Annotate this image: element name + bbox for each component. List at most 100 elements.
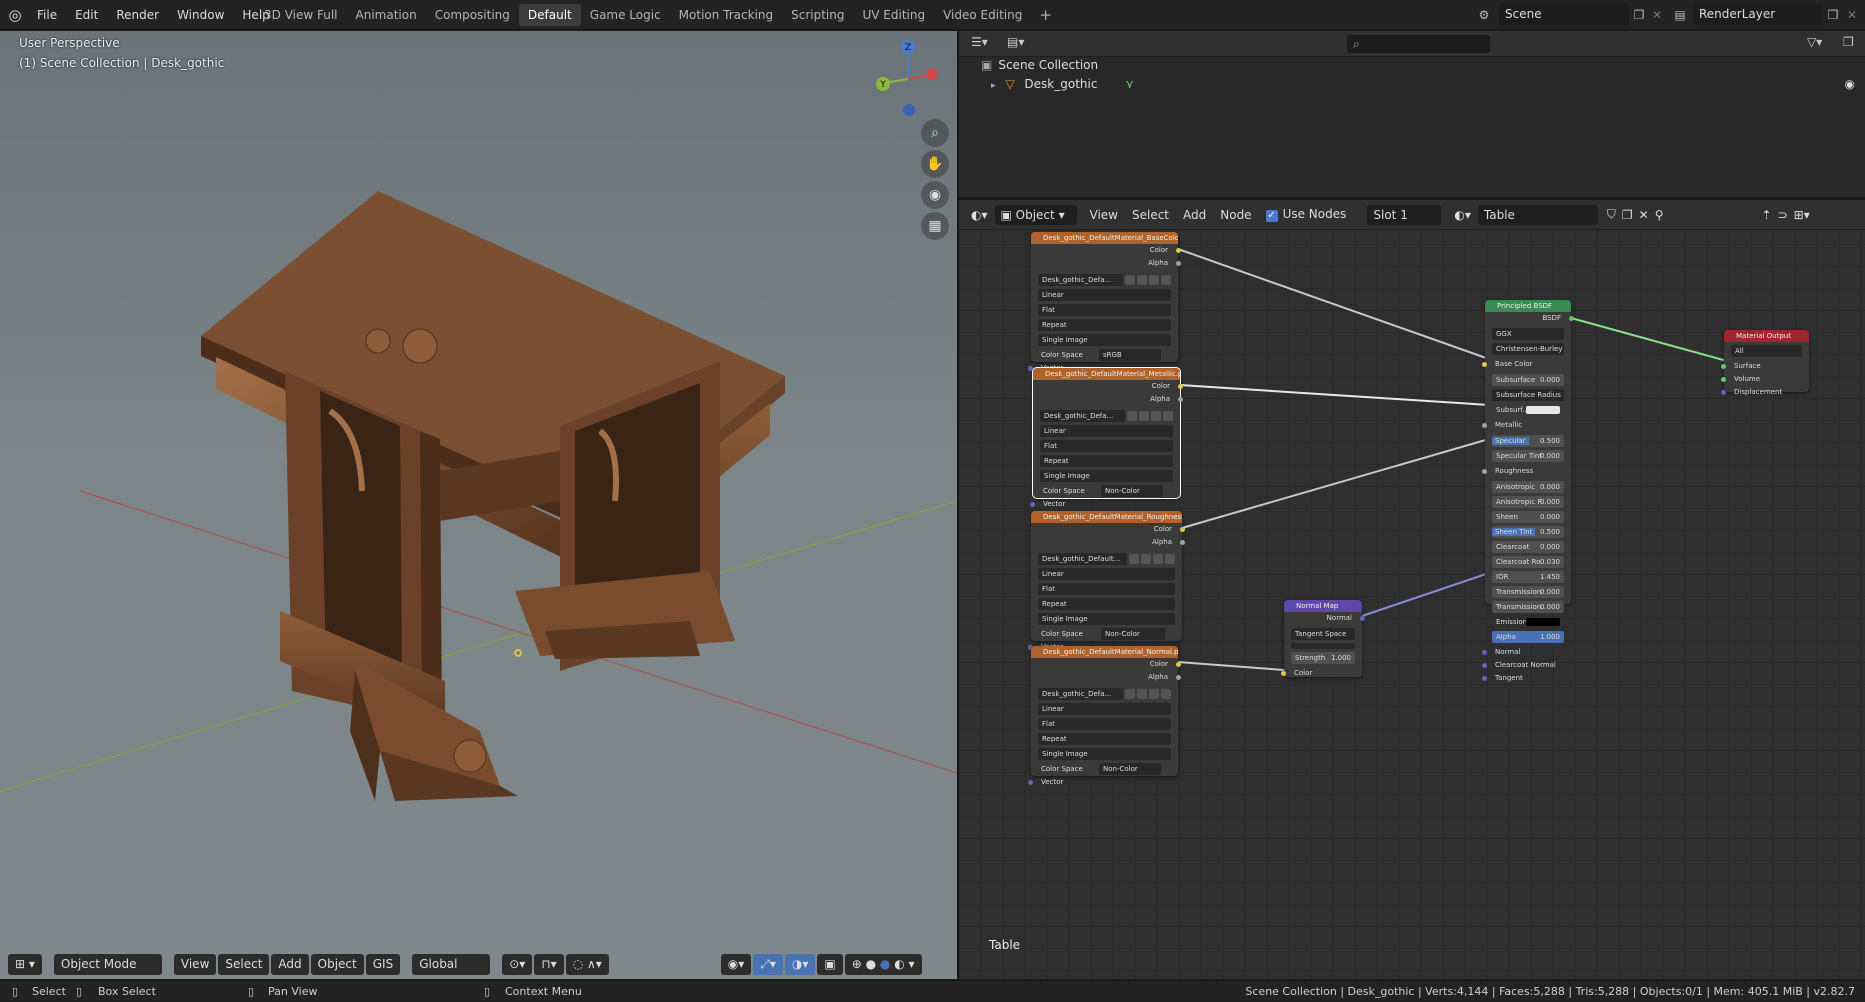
node-header[interactable]: Desk_gothic_DefaultMaterial_Metallic.png xyxy=(1033,368,1180,380)
tab-video-editing[interactable]: Video Editing xyxy=(934,4,1031,26)
subsurface-slider[interactable]: Subsurface 0.000 xyxy=(1492,374,1564,386)
specular-tint-slider[interactable]: Specular Tint 0.000 xyxy=(1492,450,1564,462)
editor-type-button[interactable]: ⊞ ▾ xyxy=(8,953,42,975)
source-select[interactable]: Single Image xyxy=(1038,334,1171,346)
node-normal-map[interactable]: Normal Map Normal Tangent Space Strength… xyxy=(1281,600,1365,680)
tab-animation[interactable]: Animation xyxy=(347,4,426,26)
sheen-slider[interactable]: Sheen 0.000 xyxy=(1492,511,1564,523)
node-header[interactable]: Normal Map xyxy=(1284,600,1362,612)
output-normal[interactable]: Normal xyxy=(1284,612,1365,625)
strength-slider[interactable]: Strength 1.000 xyxy=(1291,652,1355,664)
subsurface-method-select[interactable]: Christensen-Burley xyxy=(1492,343,1564,355)
gizmo-icon[interactable]: ⤢▾ xyxy=(753,953,783,975)
node-image-texture-roughness[interactable]: Desk_gothic_DefaultMaterial_Roughness.p.… xyxy=(1028,511,1185,651)
new-collection-icon[interactable]: ❐ xyxy=(1843,35,1854,49)
tab-scripting[interactable]: Scripting xyxy=(782,4,853,26)
pivot-icon[interactable]: ⊙▾ xyxy=(502,953,533,975)
node-header[interactable]: Desk_gothic_DefaultMaterial_Roughness.p.… xyxy=(1031,511,1182,523)
select-menu[interactable]: Select xyxy=(218,953,270,975)
interpolation-select[interactable]: Linear xyxy=(1038,289,1171,301)
subsurface-color[interactable]: Subsurf... xyxy=(1492,404,1564,416)
visibility-icon[interactable]: ◉▾ xyxy=(720,953,752,975)
add-menu[interactable]: Add xyxy=(1176,208,1213,222)
interpolation-select[interactable]: Linear xyxy=(1040,425,1173,437)
ior-field[interactable]: IOR 1.450 xyxy=(1492,571,1564,583)
pan-hand-icon[interactable]: ✋ xyxy=(921,150,949,178)
parent-node-tree-icon[interactable]: ⇡ xyxy=(1759,208,1775,222)
extension-select[interactable]: Repeat xyxy=(1038,598,1175,610)
input-color[interactable]: Color xyxy=(1281,667,1362,680)
outliner-type-icon[interactable]: ☰▾ xyxy=(971,35,988,49)
color-space-row[interactable]: Color Space Non-Color xyxy=(1031,628,1182,641)
node-header[interactable]: Principled BSDF xyxy=(1485,300,1571,312)
distribution-select[interactable]: GGX xyxy=(1492,328,1564,340)
source-select[interactable]: Single Image xyxy=(1040,470,1173,482)
output-color[interactable]: Color xyxy=(1031,244,1181,257)
close-layer-icon[interactable]: ✕ xyxy=(1842,5,1862,25)
overlay-icon[interactable]: ◑▾ xyxy=(784,953,816,975)
input-roughness[interactable]: Roughness xyxy=(1482,465,1571,478)
image-selector[interactable]: Desk_gothic_Defa... xyxy=(1038,273,1171,286)
mode-selector[interactable]: Object Mode xyxy=(53,953,162,975)
new-layer-icon[interactable]: ❐ xyxy=(1823,5,1843,25)
filter-icon[interactable]: ▽▾ xyxy=(1807,35,1822,49)
projection-select[interactable]: Flat xyxy=(1040,440,1173,452)
close-scene-icon[interactable]: ✕ xyxy=(1647,5,1667,25)
search-input[interactable]: ⌕ xyxy=(1347,35,1490,53)
snap-icon[interactable]: ⊓▾ xyxy=(534,953,564,975)
material-name-field[interactable]: Table xyxy=(1477,204,1598,225)
expand-icon[interactable]: ▸ xyxy=(991,81,996,91)
target-select[interactable]: All xyxy=(1731,345,1802,357)
proportional-icon[interactable]: ◌ ∧▾ xyxy=(565,953,609,975)
menu-render[interactable]: Render xyxy=(107,8,168,22)
outliner-item-desk-gothic[interactable]: ▸ ▽ Desk_gothic ⋎ ◉ xyxy=(991,74,1865,94)
eye-icon[interactable]: ◉ xyxy=(1845,74,1855,94)
transmission-slider[interactable]: Transmission 0.000 xyxy=(1492,586,1564,598)
output-bsdf[interactable]: BSDF xyxy=(1485,312,1574,325)
shader-node-editor[interactable]: ◐▾ ▣ Object ▾ View Select Add Node ✓ Use … xyxy=(959,200,1865,979)
blender-logo-icon[interactable]: ◎ xyxy=(6,6,24,24)
menu-file[interactable]: File xyxy=(28,8,66,22)
duplicate-material-icon[interactable]: ❐ xyxy=(1619,208,1636,222)
output-alpha[interactable]: Alpha xyxy=(1031,671,1181,684)
input-surface[interactable]: Surface xyxy=(1721,360,1809,373)
image-selector[interactable]: Desk_gothic_Defa... xyxy=(1040,409,1173,422)
new-scene-icon[interactable]: ❐ xyxy=(1629,5,1649,25)
output-alpha[interactable]: Alpha xyxy=(1031,257,1181,270)
color-space-row[interactable]: Color Space Non-Color xyxy=(1031,763,1178,776)
input-clearcoat-normal[interactable]: Clearcoat Normal xyxy=(1482,659,1571,672)
node-header[interactable]: Desk_gothic_DefaultMaterial_BaseColor.p.… xyxy=(1031,232,1178,244)
output-color[interactable]: Color xyxy=(1033,380,1183,393)
scene-selector[interactable]: Scene xyxy=(1499,3,1629,25)
select-menu[interactable]: Select xyxy=(1125,208,1176,222)
fake-user-icon[interactable]: ⛉ xyxy=(1604,207,1619,222)
xray-icon[interactable]: ▣ xyxy=(817,953,843,975)
tab-3d-view-full[interactable]: 3D View Full xyxy=(255,4,347,26)
transmission-roughness-slider[interactable]: Transmission 0.000 xyxy=(1492,601,1564,613)
node-material-output[interactable]: Material Output All Surface Volume Displ… xyxy=(1721,330,1809,396)
clearcoat-roughness-slider[interactable]: Clearcoat Ro 0.030 xyxy=(1492,556,1564,568)
image-selector[interactable]: Desk_gothic_Default... xyxy=(1038,552,1175,565)
add-workspace-button[interactable]: + xyxy=(1031,6,1060,24)
uv-map-field[interactable] xyxy=(1291,643,1355,649)
alpha-slider[interactable]: Alpha 1.000 xyxy=(1492,631,1564,643)
specular-slider[interactable]: Specular 0.500 xyxy=(1492,435,1564,447)
navigation-gizmo[interactable]: Z Y xyxy=(870,37,940,117)
node-menu[interactable]: Node xyxy=(1213,208,1258,222)
slot-selector[interactable]: Slot 1 xyxy=(1367,204,1442,225)
render-layer-icon[interactable]: ▤ xyxy=(1670,5,1690,25)
projection-select[interactable]: Flat xyxy=(1038,304,1171,316)
interpolation-select[interactable]: Linear xyxy=(1038,568,1175,580)
input-displacement[interactable]: Displacement xyxy=(1721,386,1809,399)
camera-icon[interactable]: ◉ xyxy=(921,181,949,209)
subsurface-radius-select[interactable]: Subsurface Radius xyxy=(1492,389,1564,401)
tab-default[interactable]: Default xyxy=(518,4,581,26)
editor-type-icon[interactable]: ◐▾ xyxy=(959,208,995,222)
tab-compositing[interactable]: Compositing xyxy=(426,4,519,26)
tab-uv-editing[interactable]: UV Editing xyxy=(854,4,935,26)
gis-menu[interactable]: GIS xyxy=(365,953,401,975)
input-base-color[interactable]: Base Color xyxy=(1482,358,1571,371)
menu-window[interactable]: Window xyxy=(168,8,233,22)
view-menu[interactable]: View xyxy=(173,953,217,975)
shading-modes-icon[interactable]: ⊕ ● ● ◐ ▾ xyxy=(844,953,922,975)
